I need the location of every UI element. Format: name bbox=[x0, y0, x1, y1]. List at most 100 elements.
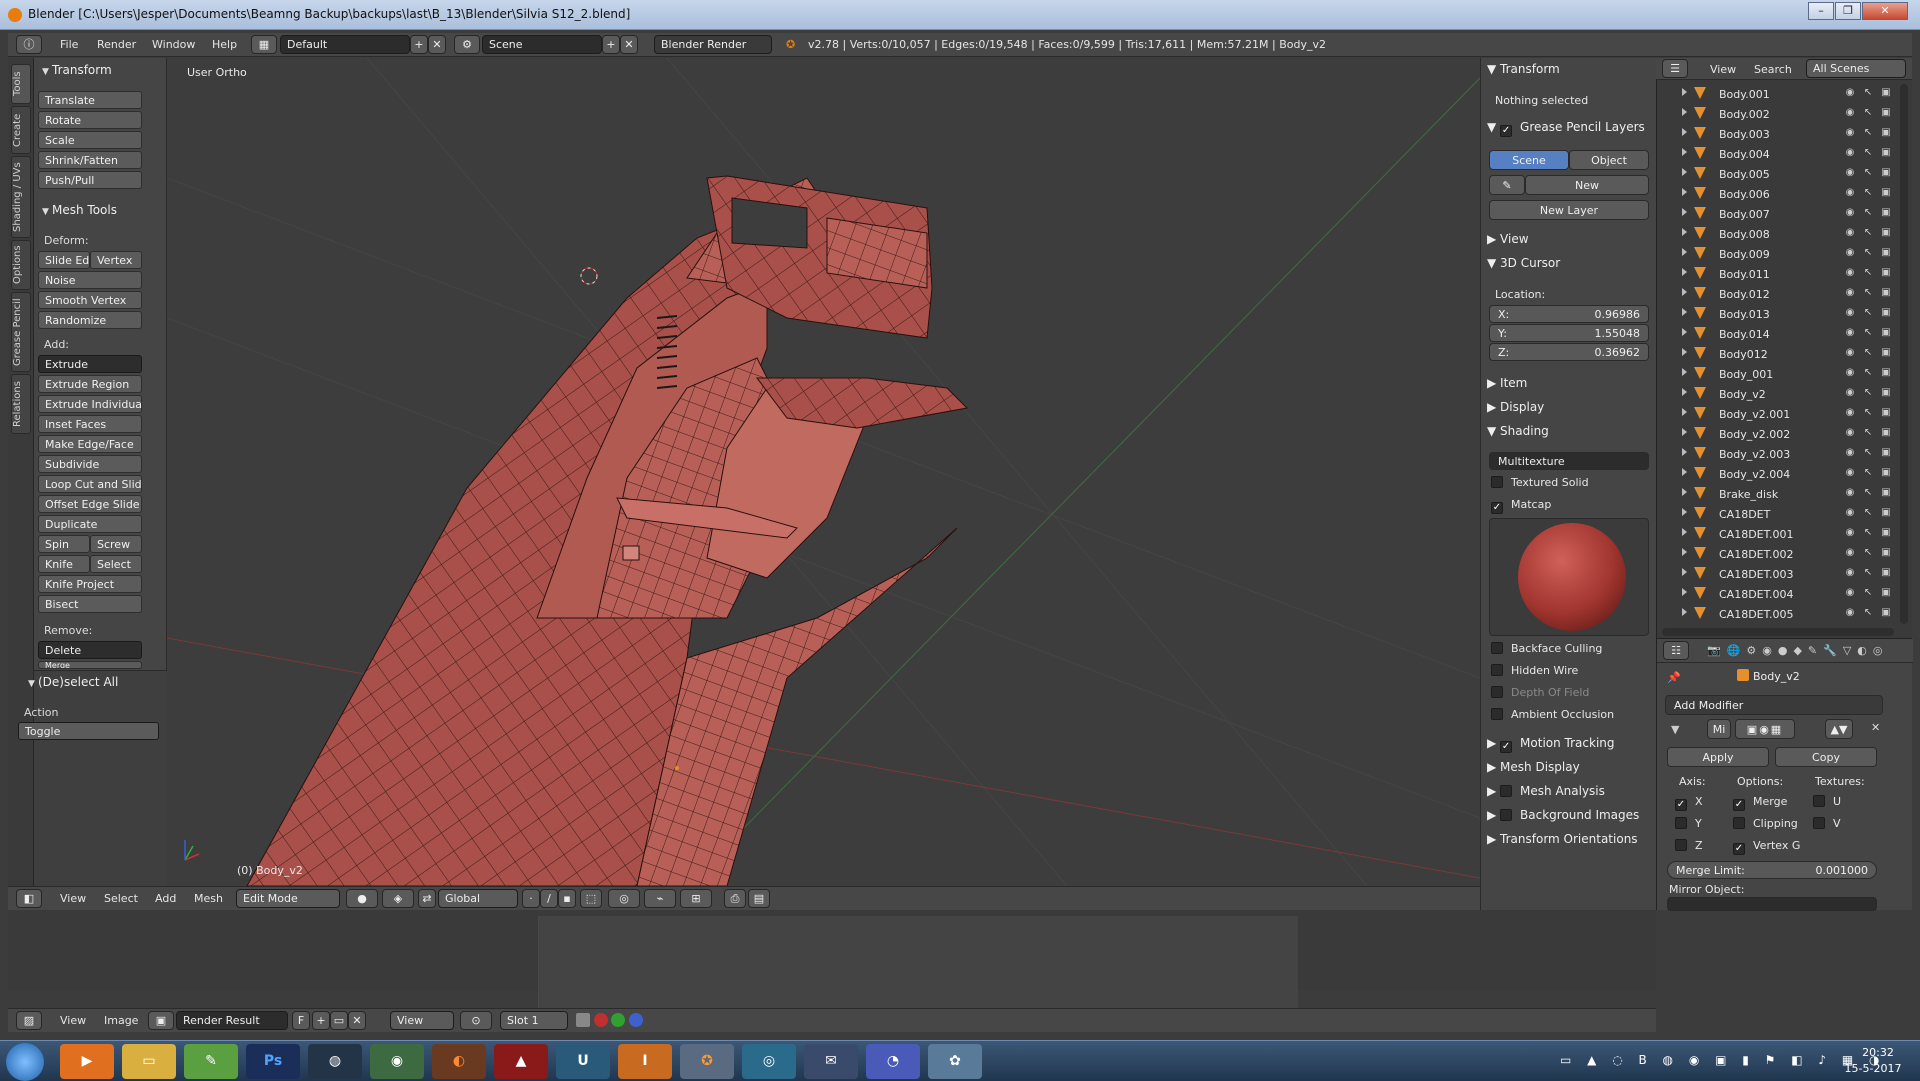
eye-icon[interactable]: ◉ bbox=[1844, 387, 1856, 399]
matcap-checkbox[interactable]: ✓ Matcap bbox=[1491, 498, 1551, 514]
apply-button[interactable]: Apply bbox=[1667, 747, 1769, 767]
select-arrow-icon[interactable]: ↖ bbox=[1862, 547, 1874, 559]
render-camera-icon[interactable]: ▣ bbox=[1880, 507, 1892, 519]
axis-x-checkbox[interactable]: ✓ X bbox=[1675, 795, 1703, 811]
outliner-item[interactable]: Body.007 ◉ ↖ ▣ bbox=[1656, 204, 1900, 224]
remove-scene-icon[interactable]: ✕ bbox=[620, 35, 638, 54]
expand-arrow-icon[interactable] bbox=[1682, 148, 1687, 156]
expand-arrow-icon[interactable] bbox=[1682, 108, 1687, 116]
select-arrow-icon[interactable]: ↖ bbox=[1862, 407, 1874, 419]
add-scene-icon[interactable]: + bbox=[602, 35, 620, 54]
gp-object-button[interactable]: Object bbox=[1569, 150, 1649, 170]
expand-arrow-icon[interactable] bbox=[1682, 508, 1687, 516]
bg-images-header[interactable]: ▶ Background Images bbox=[1487, 808, 1639, 822]
pin-icon[interactable]: 📌 bbox=[1667, 671, 1681, 684]
outliner-item[interactable]: Body.008 ◉ ↖ ▣ bbox=[1656, 224, 1900, 244]
eye-icon[interactable]: ◉ bbox=[1844, 307, 1856, 319]
select-arrow-icon[interactable]: ↖ bbox=[1862, 287, 1874, 299]
inset-faces-button[interactable]: Inset Faces bbox=[38, 415, 142, 433]
expand-arrow-icon[interactable] bbox=[1682, 388, 1687, 396]
eye-icon[interactable]: ◉ bbox=[1844, 267, 1856, 279]
cursor-z-field[interactable]: Z: 0.36962 bbox=[1489, 343, 1649, 361]
expand-arrow-icon[interactable] bbox=[1682, 488, 1687, 496]
render-anim-icon[interactable]: ▤ bbox=[748, 889, 770, 908]
render-camera-icon[interactable]: ▣ bbox=[1880, 387, 1892, 399]
spin-button[interactable]: Spin bbox=[38, 535, 90, 553]
render-camera-icon[interactable]: ▣ bbox=[1880, 447, 1892, 459]
gp-new-button[interactable]: New bbox=[1525, 175, 1649, 195]
outliner-item[interactable]: CA18DET.005 ◉ ↖ ▣ bbox=[1656, 604, 1900, 624]
image-editor-canvas[interactable] bbox=[538, 916, 1298, 1008]
menu-file[interactable]: File bbox=[60, 38, 78, 51]
render-camera-icon[interactable]: ▣ bbox=[1880, 467, 1892, 479]
eye-icon[interactable]: ◉ bbox=[1844, 147, 1856, 159]
render-camera-icon[interactable]: ▣ bbox=[1880, 107, 1892, 119]
render-preview-icon[interactable]: ⎙ bbox=[724, 889, 746, 908]
eye-icon[interactable]: ◉ bbox=[1844, 227, 1856, 239]
tab-relations[interactable]: Relations bbox=[11, 374, 31, 434]
offset-edge-slide-button[interactable]: Offset Edge Slide bbox=[38, 495, 142, 513]
menu-render[interactable]: Render bbox=[97, 38, 136, 51]
select-arrow-icon[interactable]: ↖ bbox=[1862, 527, 1874, 539]
channel-buttons[interactable] bbox=[576, 1013, 656, 1029]
modifier1-remove-icon[interactable]: ✕ bbox=[1871, 721, 1880, 734]
render-camera-icon[interactable]: ▣ bbox=[1880, 347, 1892, 359]
modifier1-visibility-icons[interactable]: ▣◉▦ bbox=[1735, 719, 1795, 739]
delete-select[interactable]: Delete bbox=[38, 641, 142, 659]
outliner-item[interactable]: CA18DET.003 ◉ ↖ ▣ bbox=[1656, 564, 1900, 584]
knife-button[interactable]: Knife bbox=[38, 555, 90, 573]
start-button-icon[interactable] bbox=[6, 1043, 44, 1081]
outliner-hscrollbar[interactable] bbox=[1662, 628, 1894, 636]
eye-icon[interactable]: ◉ bbox=[1844, 567, 1856, 579]
tab-create[interactable]: Create bbox=[11, 106, 31, 154]
outliner-item[interactable]: Body.013 ◉ ↖ ▣ bbox=[1656, 304, 1900, 324]
properties-type-icon[interactable]: ☷ bbox=[1663, 641, 1689, 660]
expand-arrow-icon[interactable] bbox=[1682, 468, 1687, 476]
modifier1-collapse-icon[interactable]: ▼ bbox=[1671, 723, 1679, 736]
outliner-item[interactable]: Body_v2.003 ◉ ↖ ▣ bbox=[1656, 444, 1900, 464]
bisect-button[interactable]: Bisect bbox=[38, 595, 142, 613]
editor-type-3dview-icon[interactable]: ◧ bbox=[16, 889, 42, 908]
outliner-item[interactable]: Body.004 ◉ ↖ ▣ bbox=[1656, 144, 1900, 164]
image-name-field[interactable]: Render Result bbox=[176, 1011, 288, 1030]
render-camera-icon[interactable]: ▣ bbox=[1880, 147, 1892, 159]
expand-arrow-icon[interactable] bbox=[1682, 568, 1687, 576]
deselect-all-header[interactable]: ▼ (De)select All bbox=[20, 672, 153, 692]
outliner-item[interactable]: Brake_disk ◉ ↖ ▣ bbox=[1656, 484, 1900, 504]
image-view-select[interactable]: View bbox=[390, 1011, 454, 1030]
push-pull-button[interactable]: Push/Pull bbox=[38, 171, 142, 189]
axis-y-checkbox[interactable]: Y bbox=[1675, 817, 1702, 830]
expand-arrow-icon[interactable] bbox=[1682, 188, 1687, 196]
outliner-item[interactable]: Body_v2.004 ◉ ↖ ▣ bbox=[1656, 464, 1900, 484]
add-layout-icon[interactable]: + bbox=[410, 35, 428, 54]
menu-add[interactable]: Add bbox=[155, 892, 176, 905]
properties-context-icons[interactable]: 📷🌐⚙◉●◆✎🔧▽◐◎ bbox=[1707, 644, 1888, 657]
scene-icon[interactable]: ⚙ bbox=[454, 35, 480, 54]
menu-window[interactable]: Window bbox=[152, 38, 195, 51]
clock-time[interactable]: 20:32 bbox=[1848, 1046, 1908, 1059]
shading-select-icon[interactable]: ● bbox=[346, 889, 378, 908]
expand-arrow-icon[interactable] bbox=[1682, 608, 1687, 616]
eye-icon[interactable]: ◉ bbox=[1844, 187, 1856, 199]
3d-viewport[interactable]: User Ortho (0) Body_v2 bbox=[167, 58, 1480, 886]
n-3d-cursor-header[interactable]: ▼ 3D Cursor bbox=[1487, 256, 1560, 270]
render-camera-icon[interactable]: ▣ bbox=[1880, 607, 1892, 619]
layout-field[interactable]: Default bbox=[280, 35, 410, 54]
vertex-select-icon[interactable]: · bbox=[522, 889, 540, 908]
media-player-icon[interactable]: ▶ bbox=[60, 1044, 114, 1079]
expand-arrow-icon[interactable] bbox=[1682, 268, 1687, 276]
add-modifier-select[interactable]: Add Modifier bbox=[1665, 695, 1883, 715]
outliner-scrollbar[interactable] bbox=[1900, 84, 1908, 624]
expand-arrow-icon[interactable] bbox=[1682, 368, 1687, 376]
render-camera-icon[interactable]: ▣ bbox=[1880, 267, 1892, 279]
expand-arrow-icon[interactable] bbox=[1682, 428, 1687, 436]
image-menu-view[interactable]: View bbox=[60, 1014, 86, 1027]
outliner-item[interactable]: CA18DET ◉ ↖ ▣ bbox=[1656, 504, 1900, 524]
expand-arrow-icon[interactable] bbox=[1682, 448, 1687, 456]
select-arrow-icon[interactable]: ↖ bbox=[1862, 347, 1874, 359]
expand-arrow-icon[interactable] bbox=[1682, 548, 1687, 556]
illustrator-icon[interactable]: I bbox=[618, 1044, 672, 1079]
mesh-display-header[interactable]: ▶ Mesh Display bbox=[1487, 760, 1580, 774]
select-arrow-icon[interactable]: ↖ bbox=[1862, 567, 1874, 579]
discord-icon[interactable]: ◔ bbox=[866, 1044, 920, 1079]
